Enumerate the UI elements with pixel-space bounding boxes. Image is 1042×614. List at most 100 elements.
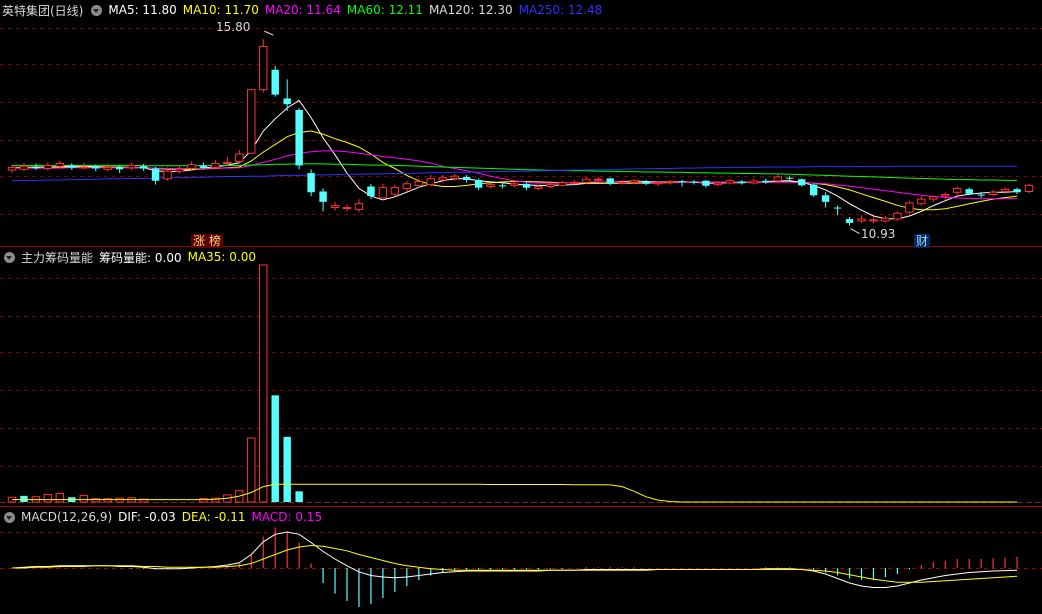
candle-body	[414, 181, 424, 186]
candle-body	[809, 184, 818, 196]
high-pointer	[264, 30, 274, 36]
volume-bar	[259, 264, 268, 503]
finance-event-tag[interactable]: 财	[914, 234, 931, 248]
ma60-label: MA60: 12.11	[346, 3, 423, 17]
candle-body	[570, 181, 579, 184]
candle-body	[690, 181, 698, 183]
candle-body	[211, 163, 220, 168]
ma250-label: MA250: 12.48	[518, 3, 603, 17]
price-panel-header: 英特集团(日线) MA5: 11.80 MA10: 11.70 MA20: 11…	[2, 2, 602, 18]
candle-body	[953, 187, 962, 193]
candle-body	[199, 165, 208, 168]
candle-body	[354, 203, 364, 210]
dif-line	[11, 531, 1018, 588]
candle-body	[43, 164, 53, 170]
candle-body	[905, 202, 914, 213]
candle-body	[378, 187, 388, 199]
volume-bar	[55, 492, 65, 503]
candle-body	[163, 170, 172, 180]
candle-body	[762, 180, 770, 183]
volume-indicator-title: 主力筹码量能	[21, 250, 94, 265]
dea-label: DEA: -0.11	[181, 510, 246, 524]
settings-dropdown-icon[interactable]	[4, 511, 15, 523]
candle-body	[235, 153, 244, 163]
candle-body	[330, 205, 340, 209]
candle-body	[271, 69, 279, 95]
candle-body	[893, 212, 902, 220]
low-pointer	[850, 228, 860, 234]
candle-body	[462, 176, 471, 180]
candle-body	[19, 165, 29, 170]
candle-body	[32, 167, 40, 169]
dif-label: DIF: -0.03	[118, 510, 176, 524]
candle-body	[307, 173, 315, 193]
candle-body	[103, 166, 112, 170]
candle-body	[749, 180, 759, 184]
candle-body	[55, 163, 65, 167]
candle-body	[786, 177, 794, 179]
candle-body	[223, 161, 232, 165]
volume-bar	[283, 436, 291, 502]
candle-body	[606, 178, 614, 184]
candle-body	[115, 166, 124, 170]
ma20-label: MA20: 11.64	[264, 3, 341, 17]
low-price-label: 10.93	[861, 227, 896, 241]
candle-body	[988, 191, 998, 196]
candle-body	[426, 178, 435, 186]
candle-body	[187, 164, 196, 170]
candle-body	[653, 182, 663, 185]
ma5-label: MA5: 11.80	[108, 3, 177, 17]
candle-body	[797, 179, 806, 186]
macd-value-label: MACD: 0.15	[251, 510, 323, 524]
candle-body	[629, 180, 639, 183]
candle-body	[259, 45, 268, 91]
candle-body	[390, 187, 400, 195]
ma-line-ma5	[12, 99, 1018, 220]
candle-body	[342, 207, 352, 210]
dea-line	[12, 544, 1018, 583]
candle-body	[486, 184, 495, 188]
candle-body	[941, 194, 950, 197]
candle-body	[617, 181, 627, 184]
ma10-label: MA10: 11.70	[182, 3, 259, 17]
stock-title: 英特集团(日线)	[2, 3, 84, 18]
candle-body	[1013, 189, 1021, 193]
candle-body	[247, 89, 256, 154]
candle-body	[929, 196, 938, 200]
candle-body	[773, 176, 782, 182]
candle-body	[498, 185, 507, 187]
settings-dropdown-icon[interactable]	[4, 251, 15, 263]
candle-body	[438, 177, 447, 181]
candle-body	[1000, 188, 1010, 192]
candle-body	[821, 195, 830, 202]
chip-volume-label: 筹码量能: 0.00	[99, 250, 182, 265]
candle-body	[151, 168, 160, 181]
volume-bar	[43, 493, 53, 503]
limit-up-tag[interactable]: 涨 榜	[191, 234, 223, 248]
candle-body	[510, 183, 519, 186]
candle-body	[534, 186, 543, 189]
candle-body	[450, 175, 459, 179]
settings-dropdown-icon[interactable]	[91, 4, 103, 16]
ma-line-ma20	[12, 150, 1018, 200]
candle-body	[833, 207, 842, 209]
candle-body	[558, 182, 567, 186]
candle-body	[678, 181, 686, 183]
candle-body	[175, 168, 184, 172]
candle-body	[319, 191, 327, 202]
candle-body	[642, 181, 650, 184]
candle-body	[845, 219, 854, 223]
candle-body	[127, 164, 136, 169]
candle-body	[1024, 184, 1034, 192]
volume-bar	[271, 395, 279, 502]
candle-body	[283, 98, 291, 105]
candle-body	[582, 178, 591, 183]
macd-panel-header: MACD(12,26,9) DIF: -0.03 DEA: -0.11 MACD…	[2, 509, 322, 525]
candle-body	[965, 189, 973, 194]
volume-bar	[295, 491, 303, 502]
ma120-label: MA120: 12.30	[428, 3, 513, 17]
candle-body	[295, 109, 303, 166]
candle-body	[857, 218, 866, 222]
ma-line-ma10	[12, 130, 1018, 211]
candle-body	[522, 183, 531, 188]
